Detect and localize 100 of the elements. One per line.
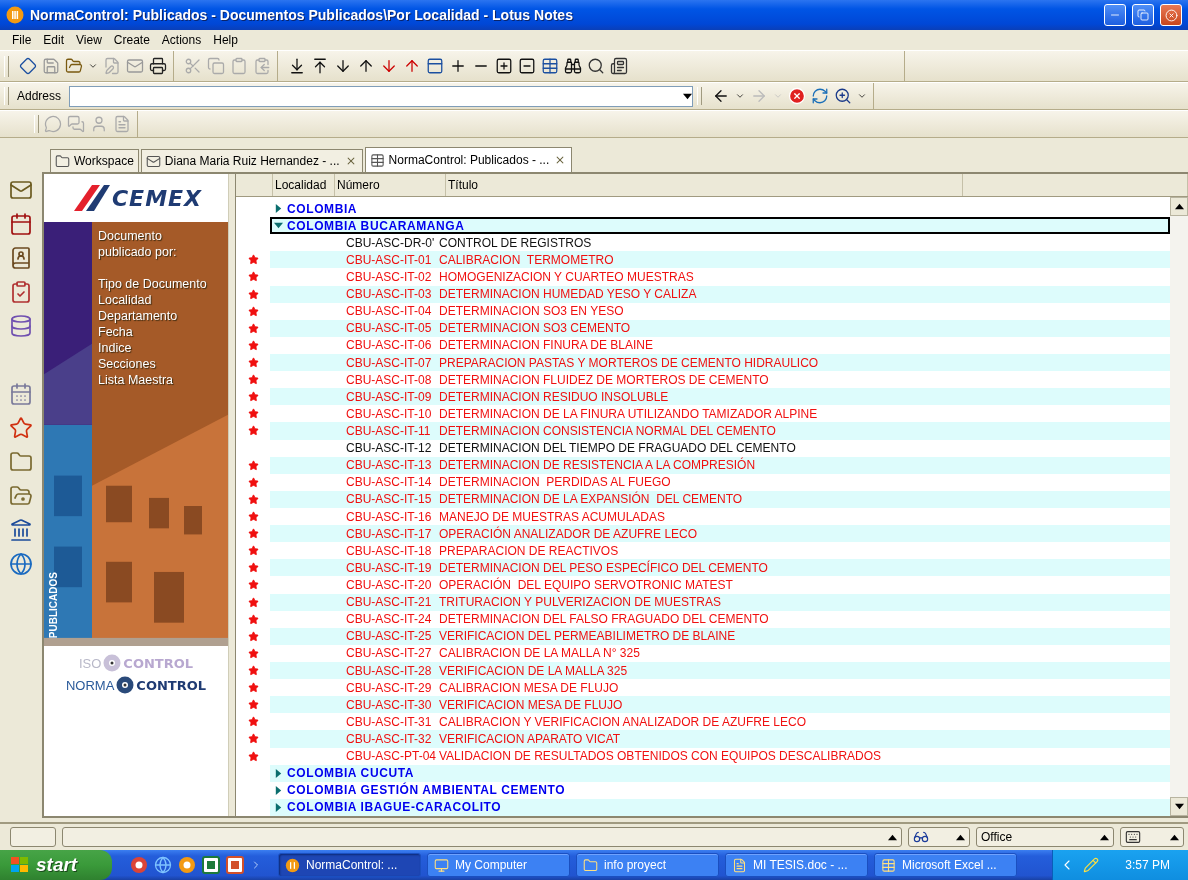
glasses-icon[interactable]: [913, 829, 929, 845]
scroll-up-button[interactable]: [1170, 197, 1188, 216]
tab[interactable]: NormaControl: Publicados - ...: [364, 147, 573, 172]
folder-icon[interactable]: [9, 450, 33, 474]
collapse-all-icon[interactable]: [518, 57, 536, 75]
glasses-dropdown[interactable]: [908, 827, 970, 847]
tab[interactable]: Workspace: [50, 149, 139, 172]
printer-icon[interactable]: [149, 57, 167, 75]
up-arrow-icon[interactable]: [1100, 832, 1109, 842]
taskbar-button[interactable]: MI TESIS.doc - ...: [725, 853, 868, 877]
menu-item[interactable]: Create: [107, 33, 156, 47]
down-arrow-icon[interactable]: [1174, 802, 1184, 811]
expand-arrow-icon[interactable]: [274, 204, 283, 214]
taskbar-button[interactable]: NormaControl: ...: [278, 853, 421, 877]
expand-all-icon[interactable]: [495, 57, 513, 75]
address-field[interactable]: [69, 85, 694, 107]
expand-arrow-icon[interactable]: [274, 221, 283, 231]
column-header[interactable]: Número: [335, 174, 446, 196]
globe-icon[interactable]: [9, 552, 33, 576]
document-row[interactable]: CBU-ASC-IT-17 OPERACIÓN ANALIZADOR DE AZUFRE LECO: [270, 525, 1170, 543]
stop-icon[interactable]: [788, 87, 807, 105]
menu-item[interactable]: View: [70, 33, 108, 47]
diamond-icon[interactable]: [19, 57, 37, 75]
banner-link[interactable]: Localidad: [98, 292, 228, 308]
scrollbar[interactable]: [1170, 197, 1188, 816]
arrow-down-icon[interactable]: [334, 57, 352, 75]
document-title: VERIFICACION MESA DE FLUJO: [439, 697, 623, 712]
menu-item[interactable]: Edit: [37, 33, 71, 47]
banner-link[interactable]: Fecha: [98, 324, 228, 340]
arrow-down-line-icon[interactable]: [288, 57, 306, 75]
taskbar-button[interactable]: Microsoft Excel ...: [874, 853, 1017, 877]
search-icon[interactable]: [587, 57, 605, 75]
app-icon[interactable]: [178, 856, 196, 874]
checklist-icon[interactable]: [9, 280, 33, 304]
banner-link[interactable]: Secciones: [98, 356, 228, 372]
document-row[interactable]: CBU-ASC-IT-11 DETERMINACION CONSISTENCIA NORMAL DEL CEMENTO: [270, 422, 1170, 440]
search-icon[interactable]: [834, 87, 853, 105]
restore-icon[interactable]: [1137, 9, 1149, 21]
form-icon[interactable]: [610, 57, 628, 75]
keyboard-icon[interactable]: [1125, 829, 1141, 845]
expand-arrow-icon[interactable]: [274, 785, 283, 795]
dropdown-arrow-icon[interactable]: [683, 91, 693, 101]
caret-icon[interactable]: [735, 91, 746, 101]
menu-item[interactable]: File: [6, 33, 38, 47]
minimize-button[interactable]: [1104, 4, 1126, 26]
arrow-up-line-icon[interactable]: [311, 57, 329, 75]
caret-icon[interactable]: [857, 91, 868, 101]
document-row[interactable]: CBU-ASC-IT-09 DETERMINACION RESIDUO INSOLUBLE: [270, 388, 1170, 406]
expand-arrow-icon[interactable]: [274, 802, 283, 812]
document-row[interactable]: CBU-ASC-IT-19 DETERMINACION DEL PESO ESPECÍFICO DEL CEMENTO: [270, 559, 1170, 577]
folder-icon[interactable]: [9, 484, 33, 508]
location-dropdown[interactable]: Office: [976, 827, 1114, 847]
presentation-icon[interactable]: [226, 856, 244, 874]
banner-link[interactable]: Lista Maestra: [98, 372, 228, 388]
clipboard-icon[interactable]: [253, 57, 271, 75]
mail-icon[interactable]: [9, 178, 33, 202]
document-title: CALIBRACION DE LA MALLA N° 325: [439, 646, 640, 661]
taskbar-button[interactable]: info proyect: [576, 853, 719, 877]
up-arrow-icon[interactable]: [1174, 202, 1184, 211]
plus-icon[interactable]: [449, 57, 467, 75]
binoculars-icon[interactable]: [564, 57, 582, 75]
calendar-icon[interactable]: [9, 212, 33, 236]
tab[interactable]: Diana Maria Ruiz Hernandez - ...: [140, 149, 363, 172]
banner-link[interactable]: Departamento: [98, 308, 228, 324]
column-header[interactable]: Localidad: [273, 174, 335, 196]
spreadsheet-icon[interactable]: [202, 856, 220, 874]
expand-arrow-icon[interactable]: [274, 768, 283, 778]
up-arrow-icon[interactable]: [888, 832, 897, 842]
document-row[interactable]: CBU-ASC-IT-32 VERIFICACION APARATO VICAT: [270, 730, 1170, 748]
panel-icon[interactable]: [426, 57, 444, 75]
table-icon[interactable]: [541, 57, 559, 75]
calendar-icon[interactable]: [9, 382, 33, 406]
pane-splitter[interactable]: [229, 174, 236, 816]
folder-icon[interactable]: [55, 153, 70, 169]
menu-item[interactable]: Actions: [155, 33, 208, 47]
up-arrow-icon[interactable]: [1170, 832, 1179, 842]
database-icon[interactable]: [369, 152, 385, 168]
mail-icon[interactable]: [145, 153, 161, 169]
building-icon[interactable]: [9, 518, 33, 542]
category-row[interactable]: COLOMBIA BUCARAMANGA: [270, 217, 1170, 235]
refresh-icon[interactable]: [811, 87, 830, 105]
column-header[interactable]: Título: [446, 174, 963, 196]
database-icon[interactable]: [9, 314, 33, 338]
folder-icon[interactable]: [65, 57, 83, 75]
taskbar-button[interactable]: My Computer: [427, 853, 570, 877]
status-field[interactable]: [62, 827, 902, 847]
banner-link[interactable]: Tipo de Documento: [98, 276, 228, 292]
document-row[interactable]: CBU-ASC-IT-30 VERIFICACION MESA DE FLUJO: [270, 696, 1170, 714]
scroll-down-button[interactable]: [1170, 797, 1188, 816]
caret-icon[interactable]: [88, 61, 98, 71]
up-arrow-icon[interactable]: [956, 832, 965, 842]
keyboard-dropdown[interactable]: [1120, 827, 1184, 847]
globe-icon[interactable]: [154, 856, 172, 874]
start-button[interactable]: start: [0, 850, 112, 880]
menu-item[interactable]: Help: [207, 33, 244, 47]
document-row[interactable]: CBU-ASC-IT-01 CALIBRACION TERMOMETRO: [270, 251, 1170, 269]
status-box[interactable]: [10, 827, 56, 847]
address-book-icon[interactable]: [9, 246, 33, 270]
restore-button[interactable]: [1132, 4, 1154, 26]
banner-link[interactable]: Indice: [98, 340, 228, 356]
